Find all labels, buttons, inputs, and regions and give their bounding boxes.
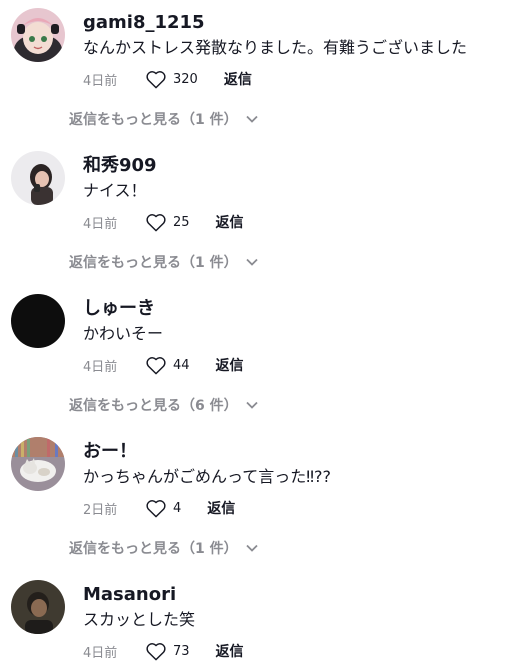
view-more-replies-button[interactable]: 返信をもっと見る（1 件） (69, 251, 258, 273)
comment-meta: 4日前 320 返信 (83, 67, 252, 91)
view-more-replies-button[interactable]: 返信をもっと見る（1 件） (69, 537, 258, 559)
comment-item: 和秀909 ナイス！ 4日前 25 返信 返信をもっと見る（1 件） (0, 143, 532, 283)
comment-item: gami8_1215 なんかストレス発散なりました。有難うございました 4日前 … (0, 0, 532, 140)
comment-time: 4日前 (83, 73, 118, 89)
view-more-replies-label: 返信をもっと見る（1 件） (69, 112, 238, 128)
heart-outline-icon (146, 500, 166, 518)
avatar-photo-image (11, 580, 65, 634)
username[interactable]: Masanori (83, 584, 176, 606)
comment-text: スカッとした笑 (83, 610, 196, 629)
like-button[interactable]: 44 (145, 355, 190, 375)
avatar-cat-image (11, 437, 65, 491)
view-more-replies-label: 返信をもっと見る（1 件） (69, 255, 238, 271)
avatar-photo-image (11, 151, 65, 205)
avatar-anime-girl-image (11, 8, 65, 62)
comment-text: かっちゃんがごめんって言った‼︎?? (83, 467, 331, 486)
heart-outline-icon (146, 214, 166, 232)
comment-item: しゅーき かわいそー 4日前 44 返信 返信をもっと見る（6 件） (0, 286, 532, 426)
chevron-down-icon (245, 544, 258, 552)
comment-meta: 2日前 4 返信 (83, 496, 235, 520)
username[interactable]: おー！ (83, 441, 137, 463)
comment-meta: 4日前 44 返信 (83, 353, 244, 377)
username[interactable]: 和秀909 (83, 155, 157, 177)
avatar[interactable] (11, 580, 65, 634)
comment-item: おー！ かっちゃんがごめんって言った‼︎?? 2日前 4 返信 返信をもっと見る… (0, 429, 532, 569)
comment-meta: 4日前 25 返信 (83, 210, 244, 234)
username[interactable]: gami8_1215 (83, 12, 205, 34)
chevron-down-icon (245, 115, 258, 123)
view-more-replies-label: 返信をもっと見る（1 件） (69, 541, 238, 557)
heart-outline-icon (146, 643, 166, 661)
comment-text: かわいそー (83, 324, 164, 343)
username[interactable]: しゅーき (83, 298, 155, 320)
like-button[interactable]: 4 (145, 498, 181, 518)
avatar[interactable] (11, 8, 65, 62)
avatar[interactable] (11, 437, 65, 491)
comment-item: Masanori スカッとした笑 4日前 73 返信 (0, 572, 532, 667)
view-more-replies-label: 返信をもっと見る（6 件） (69, 398, 238, 414)
like-count: 320 (173, 71, 198, 87)
comment-meta: 4日前 73 返信 (83, 639, 244, 663)
like-button[interactable]: 320 (145, 69, 198, 89)
reply-button[interactable]: 返信 (207, 498, 235, 518)
like-count: 73 (173, 643, 190, 659)
comment-time: 2日前 (83, 502, 118, 518)
like-count: 4 (173, 500, 182, 516)
like-count: 25 (173, 214, 190, 230)
heart-outline-icon (146, 71, 166, 89)
comment-time: 4日前 (83, 359, 118, 375)
reply-button[interactable]: 返信 (224, 69, 252, 89)
heart-outline-icon (146, 357, 166, 375)
avatar[interactable] (11, 294, 65, 348)
reply-button[interactable]: 返信 (216, 212, 244, 232)
like-button[interactable]: 73 (145, 641, 190, 661)
avatar-black-image (11, 294, 65, 348)
reply-button[interactable]: 返信 (216, 641, 244, 661)
view-more-replies-button[interactable]: 返信をもっと見る（6 件） (69, 394, 258, 416)
like-button[interactable]: 25 (145, 212, 190, 232)
like-count: 44 (173, 357, 190, 373)
view-more-replies-button[interactable]: 返信をもっと見る（1 件） (69, 108, 258, 130)
comment-text: ナイス！ (83, 181, 147, 200)
reply-button[interactable]: 返信 (216, 355, 244, 375)
comment-text: なんかストレス発散なりました。有難うございました (83, 38, 468, 57)
comment-time: 4日前 (83, 216, 118, 232)
comment-time: 4日前 (83, 645, 118, 661)
avatar[interactable] (11, 151, 65, 205)
chevron-down-icon (245, 401, 258, 409)
chevron-down-icon (245, 258, 258, 266)
